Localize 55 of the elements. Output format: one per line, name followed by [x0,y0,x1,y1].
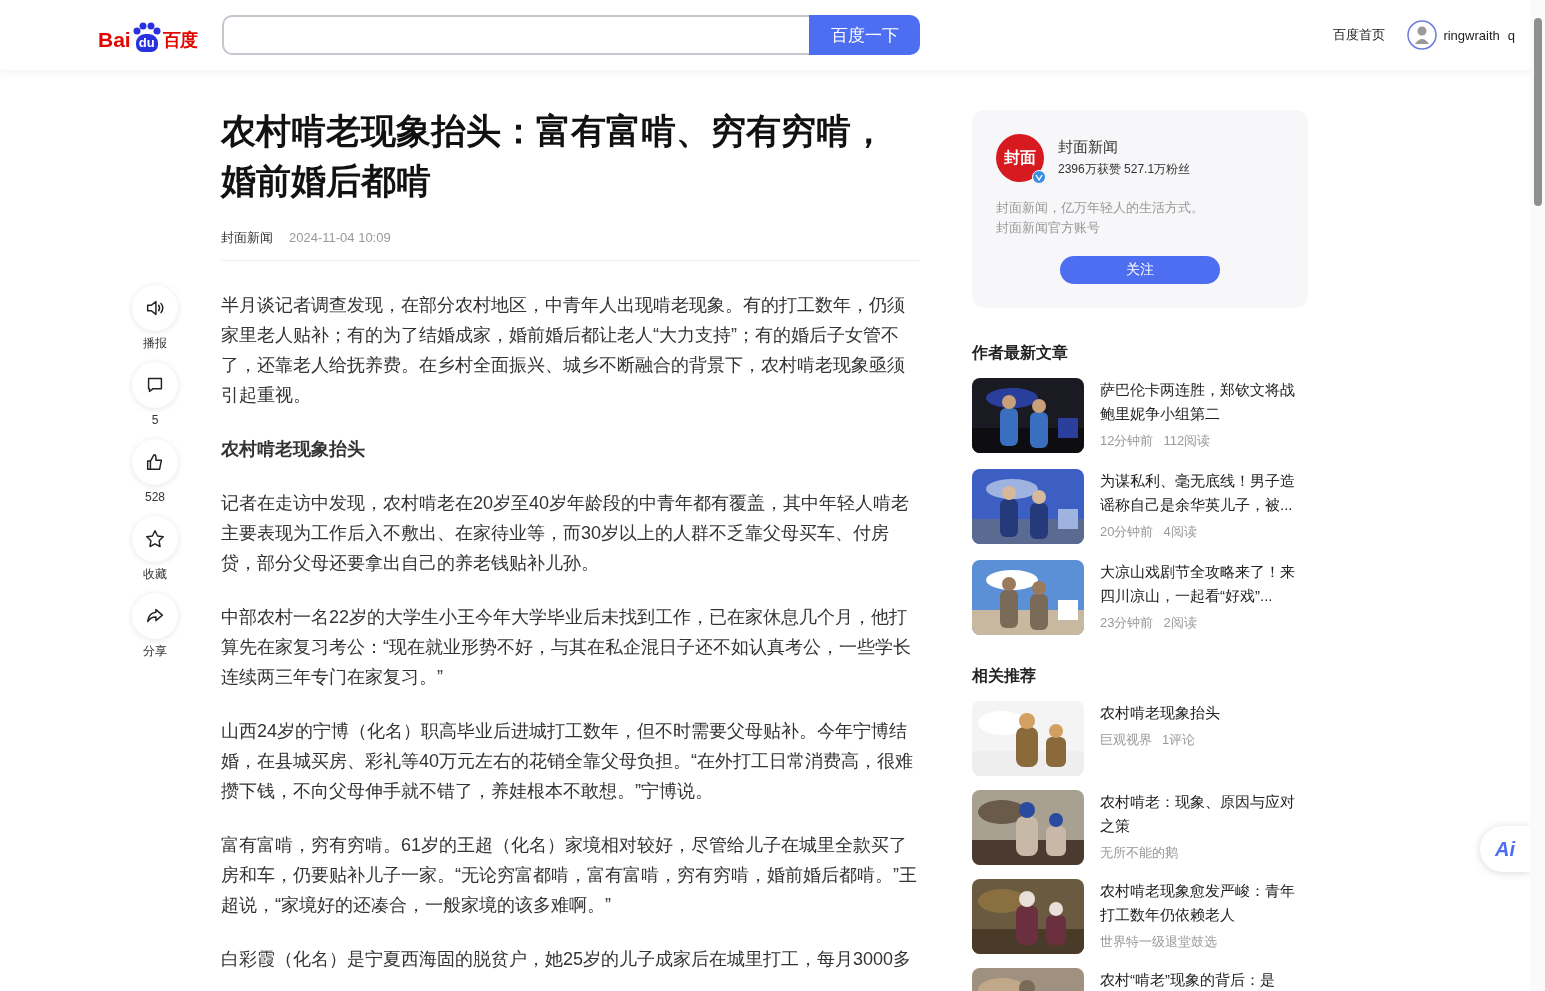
paragraph: 山西24岁的宁博（化名）职高毕业后进城打工数年，但不时需要父母贴补。今年宁博结婚，在县城买房、彩礼等40万元左右的花销全靠父母负担。“在外打工日常消费高，很难攒下钱，不向父母伸手就不错了，养娃根本不敢想。”宁博说。 [221,720,914,803]
article-meta: 无所不能的鹅 [1100,844,1178,862]
article-link[interactable]: 农村啃老：现象、原因与应对之策 [1100,790,1308,838]
section-title: 作者最新文章 [972,343,1069,363]
scrollbar[interactable] [1530,0,1545,991]
publish-date: 2024-11-04 10:09 [289,229,391,247]
section-heading: 农村啃老现象抬头 [221,438,366,461]
paragraph: 记者在走访中发现，农村啃老在20岁至40岁年龄段的中青年都有覆盖，其中年轻人啃老主要表现为工作后入不敷出、在家待业等，而30岁以上的人群不乏靠父母买车、付房贷，部分父母还要拿出自己的养老钱贴补儿孙。 [221,492,911,575]
user-avatar-icon[interactable] [1407,20,1438,50]
article-meta: 世界特一级退堂鼓选 [1100,933,1217,951]
paragraph: 半月谈记者调查发现，在部分农村地区，中青年人出现啃老现象。有的打工数年，仍须家里老人贴补；有的为了结婚成家，婚前婚后都让老人“大力支持”；有的婚后子女管不了，还靠老人给抚养费。在乡村全面振兴、城乡不断融合的背景下，农村啃老现象亟须引起重视。 [221,294,906,407]
article-meta: 112阅读 [1163,432,1211,450]
article-link[interactable]: 为谋私利、毫无底线！男子造谣称自己是余华英儿子，被... [1100,469,1308,517]
author-name[interactable]: 封面新闻 [1058,138,1191,157]
comment-button[interactable] [132,362,178,408]
article-link[interactable]: 农村啃老现象愈发严峻：青年打工数年仍依赖老人 [1100,879,1308,927]
article-title: 农村啃老现象抬头：富有富啃、穷有穷啃，婚前婚后都啃 [221,110,887,202]
article-link[interactable]: 农村“啃老”现象的背后：是 [1100,968,1308,991]
user-name[interactable]: ringwraith [1443,27,1500,43]
article-meta: 23分钟前 [1100,614,1154,632]
paragraph: 中部农村一名22岁的大学生小王今年大学毕业后未找到工作，已在家休息几个月，他打算先在家复习考公：“现在就业形势不好，与其在私企混日子还不如认真考公，一些学长连续两三年专门在家复习。” [221,606,912,689]
author-bio: 封面新闻官方账号 [996,219,1101,237]
article-link[interactable]: 大凉山戏剧节全攻略来了！来四川凉山，一起看“好戏”... [1100,560,1308,608]
speaker-button[interactable] [132,285,178,331]
author-avatar[interactable]: 封面 [996,134,1044,182]
search-field[interactable] [222,15,809,55]
logo[interactable]: Bai du 百度 [98,22,202,52]
action-label: 收藏 [143,567,167,581]
article-meta: 1评论 [1162,731,1196,749]
assistant-button[interactable]: Ai [1480,826,1530,872]
paragraph: 富有富啃，穷有穷啃。61岁的王超（化名）家境相对较好，尽管给儿子在城里全款买了房和车，仍要贴补儿子一家。“无论穷富都啃，富有富啃，穷有穷啃，婚前婚后都啃。”王超说，“家境好的还凑合，一般家境的该多难啊。” [221,834,918,917]
action-label: 528 [145,490,165,504]
home-link[interactable]: 百度首页 [1333,26,1386,44]
article-meta: 20分钟前 [1100,523,1154,541]
star-button[interactable] [132,516,178,562]
article-meta: 巨观视界 [1100,731,1152,749]
article-meta: 4阅读 [1163,523,1197,541]
follow-button[interactable]: 关注 [1060,256,1220,284]
share-button[interactable] [132,593,178,639]
action-label: 5 [151,413,159,427]
article-link[interactable]: 农村啃老现象抬头 [1100,701,1308,725]
action-label: 分享 [143,644,167,658]
source-link[interactable]: 封面新闻 [221,228,273,248]
paragraph: 白彩霞（化名）是宁夏西海固的脱贫户，她25岁的儿子成家后在城里打工，每月3000多 [221,948,913,971]
author-stats: 2396万获赞 527.1万粉丝 [1058,161,1191,178]
user-menu-label[interactable]: q [1507,27,1515,43]
star-icon [144,528,166,550]
like-button[interactable] [132,439,178,485]
search-button[interactable]: 百度一下 [809,15,920,55]
section-title: 相关推荐 [972,666,1037,686]
action-label: 播报 [143,336,167,350]
article-link[interactable]: 萨巴伦卡两连胜，郑钦文将战鲍里妮争小组第二 [1100,378,1308,426]
article-meta: 2阅读 [1163,614,1197,632]
author-bio: 封面新闻，亿万年轻人的生活方式。 [996,199,1205,217]
article-meta: 12分钟前 [1100,432,1154,450]
